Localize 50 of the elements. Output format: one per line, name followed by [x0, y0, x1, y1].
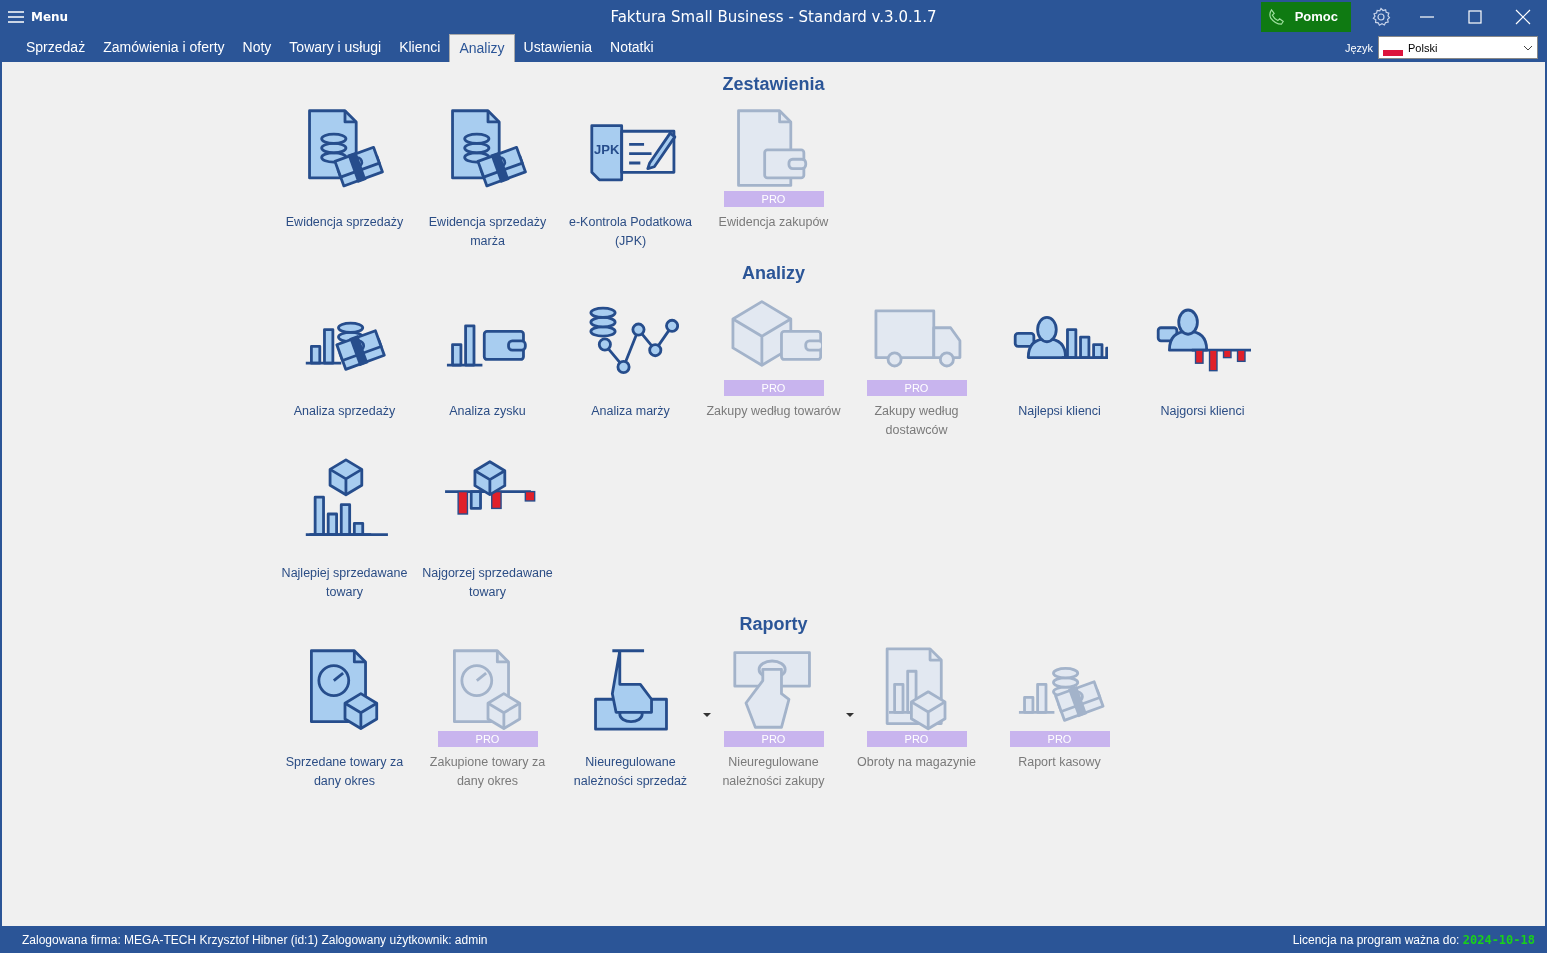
- pro-badge: PRO: [723, 191, 824, 207]
- pro-badge: PRO: [866, 380, 967, 396]
- language-label: Język: [1344, 41, 1373, 54]
- section-heading: Analizy: [742, 263, 805, 284]
- tile-label[interactable]: Najgorzej sprzedawane towary: [417, 564, 558, 602]
- tile-label[interactable]: Raport kasowy: [1018, 753, 1101, 772]
- tile-label[interactable]: Obroty na magazynie: [857, 753, 976, 772]
- help-button[interactable]: Pomoc: [1260, 1, 1351, 32]
- tile-label[interactable]: Nieuregulowane należności zakupy: [703, 753, 844, 791]
- tile-label[interactable]: Ewidencja sprzedaży: [285, 213, 404, 232]
- tile-label[interactable]: Zakupione towary za dany okres: [417, 753, 558, 791]
- window-title: Faktura Small Business - Standard v.3.0.1.7: [610, 7, 937, 26]
- tab[interactable]: Zamówienia i oferty: [94, 34, 234, 62]
- dropdown-caret-icon[interactable]: [845, 713, 854, 717]
- tile-label[interactable]: Analiza zysku: [449, 402, 526, 421]
- pro-badge: PRO: [437, 731, 538, 747]
- tab[interactable]: Sprzedaż: [17, 34, 95, 62]
- tile-label[interactable]: Ewidencja zakupów: [718, 213, 829, 232]
- section-heading: Raporty: [739, 614, 808, 635]
- pro-badge: PRO: [1009, 731, 1110, 747]
- tab[interactable]: Towary i usługi: [280, 34, 391, 62]
- license-text: Licencja na program ważna do: 2024-10-18: [1292, 932, 1535, 947]
- tab[interactable]: Analizy: [449, 34, 515, 62]
- pro-badge: PRO: [866, 731, 967, 747]
- phone-icon: [1266, 7, 1285, 26]
- language-dropdown[interactable]: Polski: [1378, 36, 1538, 59]
- tab[interactable]: Notatki: [601, 34, 663, 62]
- tile-label[interactable]: Najgorsi klienci: [1160, 402, 1245, 421]
- tile-label[interactable]: Analiza marży: [591, 402, 670, 421]
- settings-icon[interactable]: [1371, 6, 1391, 27]
- tile-label[interactable]: Najlepiej sprzedawane towary: [274, 564, 415, 602]
- tile-label[interactable]: Zakupy według dostawców: [846, 402, 987, 440]
- tile-label[interactable]: Sprzedane towary za dany okres: [274, 753, 415, 791]
- pro-badge: PRO: [723, 731, 824, 747]
- tab[interactable]: Noty: [233, 34, 281, 62]
- tab[interactable]: Ustawienia: [514, 34, 602, 62]
- pro-badge: PRO: [723, 380, 824, 396]
- dropdown-caret-icon[interactable]: [702, 713, 711, 717]
- status-text: Zalogowana firma: MEGA-TECH Krzysztof Hibner (id:1) Zalogowany użytkownik: admin: [22, 932, 488, 947]
- tile-label[interactable]: Zakupy według towarów: [706, 402, 841, 421]
- tile-label[interactable]: Najlepsi klienci: [1018, 402, 1101, 421]
- menu-button[interactable]: Menu: [0, 9, 77, 24]
- chevron-down-icon: [1523, 44, 1533, 51]
- tab[interactable]: Klienci: [390, 34, 450, 62]
- section-heading: Zestawienia: [722, 74, 825, 95]
- menu-icon: [8, 10, 24, 23]
- tile-label[interactable]: Nieuregulowane należności sprzedaż: [560, 753, 701, 791]
- tile-label[interactable]: Ewidencja sprzedaży marża: [417, 213, 558, 251]
- tile-label[interactable]: e-Kontrola Podatkowa (JPK): [560, 213, 701, 251]
- tile-label[interactable]: Analiza sprzedaży: [293, 402, 396, 421]
